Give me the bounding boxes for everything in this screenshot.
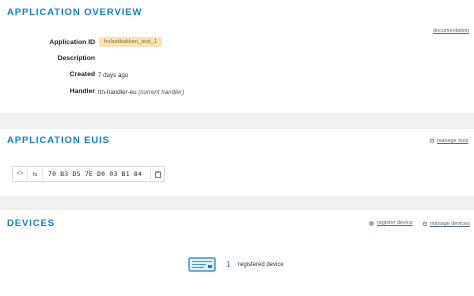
manage-euis-link[interactable]: ⚙ manage euis <box>429 137 468 145</box>
app-id-badge: holsetbakken_test_1 <box>99 37 163 47</box>
devices-panel: DEVICES register device ⚙ manage devices… <box>0 210 474 296</box>
euis-panel: APPLICATION EUIS ⚙ manage euis <> ⇆ 70 B… <box>0 129 474 196</box>
code-toggle-button[interactable]: <> <box>13 167 28 181</box>
manage-devices-label: manage devices <box>429 221 470 227</box>
devices-title: DEVICES <box>7 218 56 229</box>
separator-band-2 <box>0 196 474 210</box>
code-icon: <> <box>16 171 24 177</box>
register-device-label: register device <box>377 220 413 226</box>
plus-circle-icon <box>369 220 374 226</box>
eui-value: 70 B3 D5 7E D0 03 B1 84 <box>48 170 143 178</box>
manage-euis-label: manage euis <box>436 138 469 144</box>
handler-value: ttn-handler-eu (current handler) <box>98 89 184 96</box>
register-device-link[interactable]: register device <box>369 220 413 226</box>
device-icon <box>188 257 216 272</box>
handler-name: ttn-handler-eu <box>98 89 137 96</box>
handler-note: (current handler) <box>138 89 185 96</box>
description-label: Description <box>57 55 95 62</box>
copy-eui-button[interactable] <box>150 167 164 181</box>
overview-title: APPLICATION OVERVIEW <box>7 7 143 18</box>
created-value: 7 days ago <box>98 72 129 79</box>
manage-devices-link[interactable]: ⚙ manage devices <box>422 220 470 228</box>
gear-icon: ⚙ <box>422 221 428 228</box>
eui-field: <> ⇆ 70 B3 D5 7E D0 03 B1 84 <box>12 166 166 182</box>
swap-icon: ⇆ <box>32 171 38 178</box>
euis-title: APPLICATION EUIS <box>7 135 110 146</box>
device-count-label: registered device <box>238 262 284 268</box>
documentation-link[interactable]: documentation <box>433 28 469 34</box>
app-id-label: Application ID <box>49 39 95 46</box>
created-label: Created <box>69 71 95 78</box>
swap-byte-order-button[interactable]: ⇆ <box>28 167 43 181</box>
handler-label: Handler <box>69 88 95 95</box>
overview-panel: APPLICATION OVERVIEW documentation Appli… <box>0 0 474 113</box>
clipboard-icon <box>154 170 161 178</box>
separator-band-1 <box>0 113 474 129</box>
device-count: 1 <box>226 260 231 269</box>
gear-icon: ⚙ <box>429 138 435 145</box>
